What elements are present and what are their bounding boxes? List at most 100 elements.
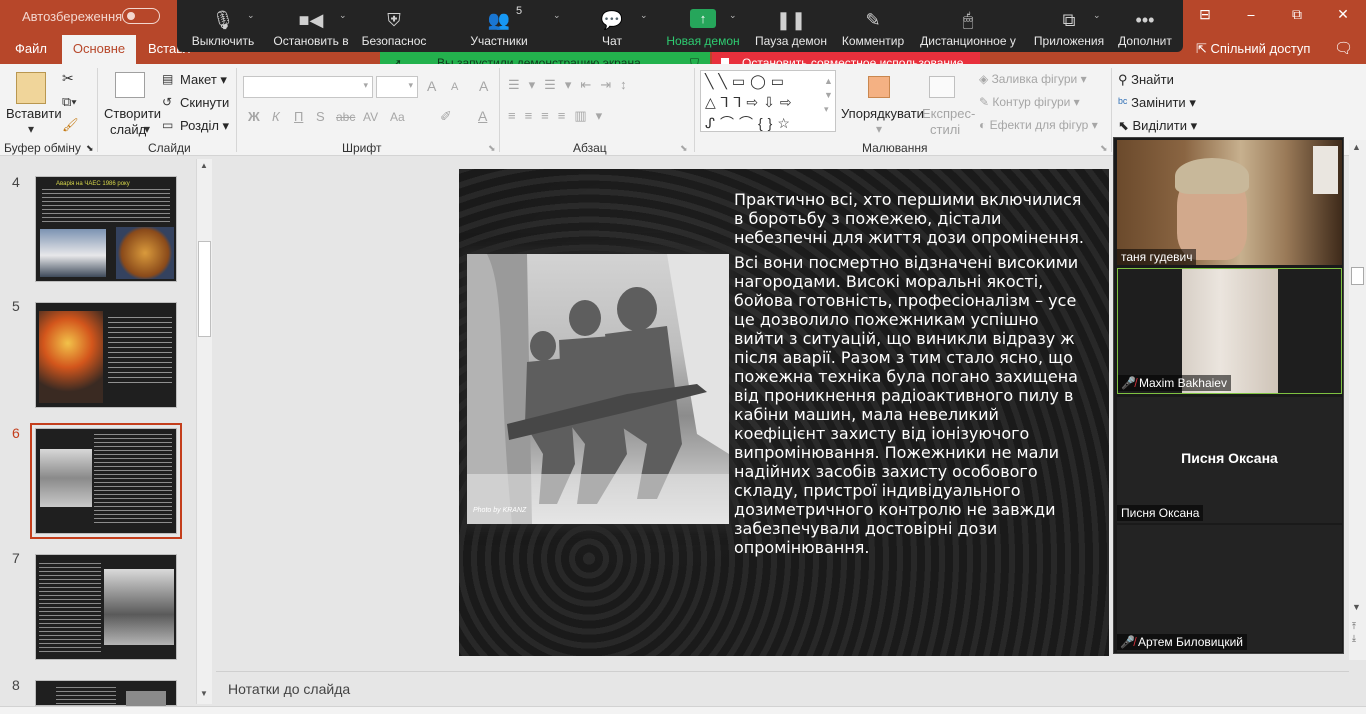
paragraph-group-label: Абзац bbox=[573, 141, 607, 155]
share-options-caret[interactable]: ⌄ bbox=[729, 10, 737, 21]
new-slide-button[interactable]: Створити bbox=[104, 106, 161, 121]
more-button[interactable]: ••• Дополнит bbox=[1112, 0, 1178, 52]
paste-caret[interactable]: ▾ bbox=[28, 122, 34, 136]
font-name-input[interactable]: ▾ bbox=[243, 76, 373, 98]
firefighters-monument-photo[interactable]: Photo by KRANZ bbox=[467, 254, 729, 524]
italic-button[interactable]: К bbox=[272, 109, 280, 124]
align-buttons[interactable]: ≡≡≡≡▥▾ bbox=[508, 108, 611, 124]
copy-icon[interactable]: ⧉▾ bbox=[62, 94, 77, 110]
drawing-launcher-icon[interactable]: ⬊ bbox=[1100, 143, 1108, 154]
replace-button[interactable]: ᵇᶜ Замінити ▾ bbox=[1118, 95, 1196, 111]
mute-button[interactable]: 🎙 Выключить bbox=[187, 0, 259, 52]
participants-options-caret[interactable]: ⌄ bbox=[553, 10, 561, 21]
participants-count: 5 bbox=[516, 5, 523, 17]
thumb-number: 4 bbox=[12, 174, 20, 190]
slide-thumbnail-6[interactable] bbox=[30, 423, 182, 539]
thumbnail-scrollbar[interactable]: ▲ ▼ bbox=[196, 159, 212, 704]
clear-format-icon[interactable]: A bbox=[479, 78, 488, 94]
char-spacing-button[interactable]: AV bbox=[363, 110, 378, 124]
select-button[interactable]: ⬉ Виділити ▾ bbox=[1118, 118, 1197, 134]
cursor-icon: ⬉ bbox=[1118, 118, 1133, 133]
quick-styles-icon bbox=[929, 76, 955, 98]
font-color-icon[interactable]: A bbox=[478, 108, 487, 124]
shapes-gallery-scroll[interactable]: ▲ ▼ ▾ bbox=[824, 74, 833, 116]
thumb-number: 5 bbox=[12, 298, 20, 314]
pause-share-button[interactable]: ❚❚ Пауза демон bbox=[752, 0, 830, 52]
shape-fill-button[interactable]: ◈ Заливка фігури ▾ bbox=[979, 72, 1087, 86]
bold-button[interactable]: Ж bbox=[248, 109, 260, 124]
shrink-font-icon[interactable]: A bbox=[451, 81, 458, 93]
autosave-toggle[interactable] bbox=[122, 8, 160, 24]
video-tile-4[interactable]: 🎤̸ Артем Биловицкий bbox=[1117, 525, 1342, 652]
ribbon-display-icon[interactable]: ⊟ bbox=[1190, 6, 1220, 23]
notes-placeholder[interactable]: Нотатки до слайда bbox=[228, 681, 350, 697]
shadow-button[interactable]: S bbox=[316, 109, 325, 124]
video-options-caret[interactable]: ⌄ bbox=[339, 10, 347, 21]
remote-control-button[interactable]: 🖱 Дистанционное у bbox=[915, 0, 1021, 52]
font-launcher-icon[interactable]: ⬊ bbox=[488, 143, 496, 154]
quick-styles-button[interactable]: Експрес- bbox=[922, 106, 975, 121]
slide-thumbnail-4[interactable]: Аварія на ЧАЕС 1986 року bbox=[35, 176, 177, 282]
share-icon: ⇱ bbox=[1196, 41, 1211, 56]
font-size-input[interactable]: ▾ bbox=[376, 76, 418, 98]
list-buttons[interactable]: ☰▾☰▾⇤⇥↕ bbox=[508, 77, 636, 93]
comments-icon[interactable]: 🗨 bbox=[1334, 39, 1353, 57]
video-tile-3[interactable]: Писня Оксана Писня Оксана bbox=[1117, 397, 1342, 523]
clipboard-launcher-icon[interactable]: ⬊ bbox=[86, 143, 94, 154]
arrange-icon bbox=[868, 76, 890, 98]
shape-outline-button[interactable]: ✎ Контур фігури ▾ bbox=[979, 95, 1080, 109]
reset-button[interactable]: Скинути bbox=[180, 95, 229, 110]
outline-icon: ✎ bbox=[979, 95, 993, 109]
shapes-icons[interactable]: ╲╲▭◯▭ △⅂⅂⇨⇩⇨ ᔑ⌒⌒{}☆ bbox=[705, 71, 823, 134]
arrange-button[interactable]: Упорядкувати bbox=[841, 106, 924, 121]
layout-icon: ▤ bbox=[162, 72, 174, 86]
strikethrough-button[interactable]: abc bbox=[336, 110, 355, 124]
effects-icon: ◐ bbox=[979, 118, 990, 132]
clipboard-group-label: Буфер обміну bbox=[4, 141, 81, 155]
new-slide-label-2[interactable]: слайд bbox=[110, 122, 146, 137]
fill-icon: ◈ bbox=[979, 72, 992, 86]
annotate-button[interactable]: ✎ Комментир bbox=[838, 0, 908, 52]
tab-file[interactable]: Файл bbox=[15, 41, 47, 56]
slide-scrollbar[interactable]: ▲ ▼ ⤒ ⤓ bbox=[1349, 140, 1366, 660]
share-button[interactable]: ⇱ Спільний доступ bbox=[1196, 41, 1310, 57]
paragraph-launcher-icon[interactable]: ⬊ bbox=[680, 143, 688, 154]
slide-thumbnail-5[interactable] bbox=[35, 302, 177, 408]
slide-thumbnail-7[interactable] bbox=[35, 554, 177, 660]
paste-button[interactable]: Вставити bbox=[6, 106, 62, 121]
chat-button[interactable]: 💬 Чат bbox=[586, 0, 638, 52]
thumb-number: 8 bbox=[12, 677, 20, 693]
new-slide-icon[interactable] bbox=[115, 72, 145, 98]
mute-options-caret[interactable]: ⌄ bbox=[247, 10, 255, 21]
quick-styles-label-2[interactable]: стилі bbox=[930, 122, 960, 137]
security-button[interactable]: ⛨ Безопаснос bbox=[358, 0, 430, 52]
layout-button[interactable]: Макет ▾ bbox=[180, 72, 227, 88]
apps-options-caret[interactable]: ⌄ bbox=[1093, 10, 1101, 21]
video-tile-2[interactable]: 🎤̸ Maxim Bakhaiev bbox=[1117, 268, 1342, 394]
grow-font-icon[interactable]: A bbox=[427, 78, 436, 94]
cut-icon[interactable]: ✂ bbox=[62, 70, 74, 87]
slide-text-box[interactable]: Практично всі, хто першими включилися в … bbox=[734, 190, 1084, 563]
minimize-button[interactable]: ⎯ bbox=[1236, 6, 1266, 23]
participant-center-name: Писня Оксана bbox=[1181, 450, 1278, 466]
format-painter-icon[interactable]: 🖌 bbox=[62, 117, 79, 133]
change-case-button[interactable]: Aa bbox=[390, 110, 405, 124]
mouse-icon: 🖱 bbox=[962, 10, 974, 30]
highlight-icon[interactable]: ✐ bbox=[440, 108, 452, 125]
thumb-number-selected: 6 bbox=[12, 425, 20, 441]
close-button[interactable]: ✕ bbox=[1328, 6, 1358, 23]
slide-thumbnail-8[interactable] bbox=[35, 680, 177, 707]
tab-home[interactable]: Основне bbox=[62, 35, 136, 64]
maximize-button[interactable]: ⧉ bbox=[1282, 6, 1312, 23]
video-tile-1[interactable]: таня гудевич bbox=[1117, 140, 1342, 265]
find-button[interactable]: ⚲ Знайти bbox=[1118, 72, 1174, 88]
paste-icon[interactable] bbox=[16, 72, 46, 104]
chat-options-caret[interactable]: ⌄ bbox=[640, 10, 648, 21]
statue-illustration bbox=[467, 254, 729, 524]
stop-video-button[interactable]: ■◀ Остановить в bbox=[270, 0, 352, 52]
underline-button[interactable]: П bbox=[294, 109, 303, 124]
section-button[interactable]: Розділ ▾ bbox=[180, 118, 229, 134]
apps-button[interactable]: ⧉ Приложения bbox=[1030, 0, 1108, 52]
share-screen-icon: ↑ bbox=[690, 9, 716, 28]
shape-effects-button[interactable]: ◐ Ефекти для фігур ▾ bbox=[979, 118, 1098, 132]
